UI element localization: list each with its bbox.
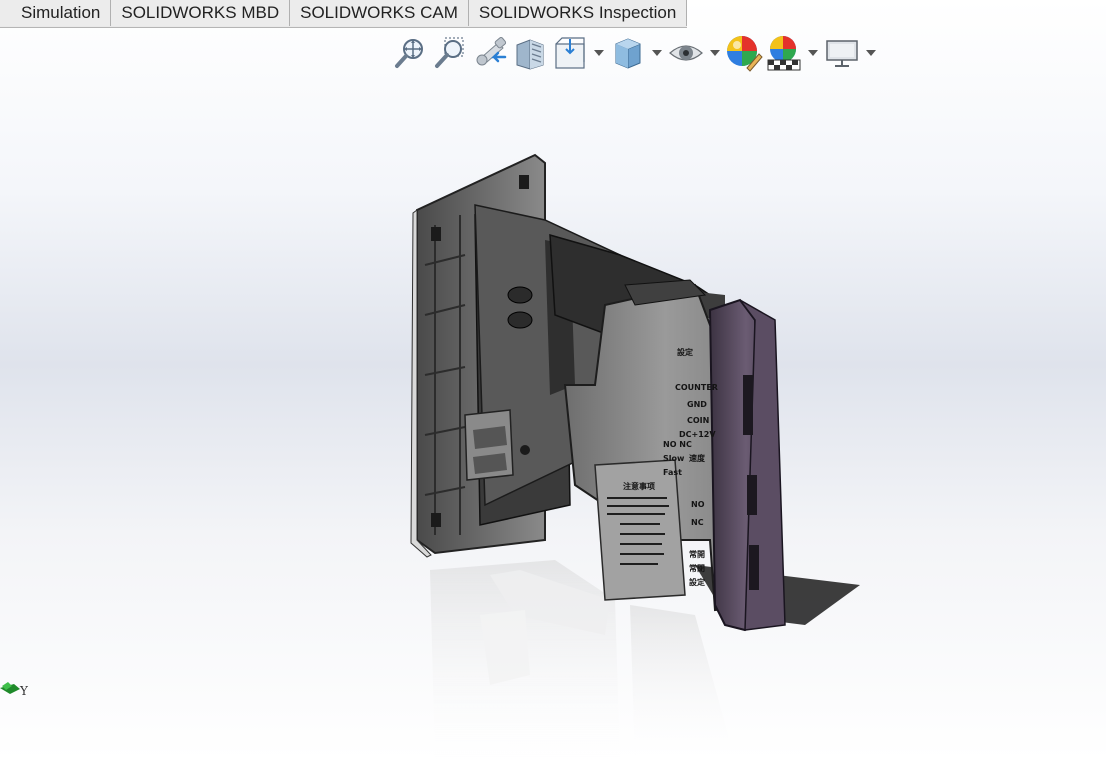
zoom-to-area-icon — [435, 37, 464, 68]
floor-reflection — [430, 560, 735, 760]
view-orientation-button[interactable] — [550, 33, 590, 73]
view-settings-button[interactable] — [822, 33, 862, 73]
model-side-label-2: 設定 — [689, 577, 705, 587]
zoom-to-fit-icon — [395, 39, 423, 68]
zoom-to-area-button[interactable] — [430, 33, 470, 73]
tab-simulation[interactable]: Simulation — [0, 0, 111, 26]
model-contact-no: NO — [691, 500, 705, 509]
heads-up-view-toolbar — [390, 33, 880, 73]
chevron-down-icon — [594, 50, 604, 56]
hide-show-items-button[interactable] — [666, 33, 706, 73]
view-orientation-icon — [555, 37, 585, 69]
edit-appearance-button[interactable] — [724, 33, 764, 73]
apply-scene-button[interactable] — [764, 33, 804, 73]
model-side-label-0: 常開 — [689, 549, 705, 559]
model-switch-label-1: Slow — [663, 454, 685, 463]
section-view-icon — [516, 39, 544, 70]
tab-solidworks-cam[interactable]: SOLIDWORKS CAM — [289, 0, 468, 26]
command-manager-tabs: Simulation SOLIDWORKS MBD SOLIDWORKS CAM… — [0, 0, 688, 28]
tab-solidworks-mbd[interactable]: SOLIDWORKS MBD — [110, 0, 290, 26]
edit-appearance-icon — [727, 36, 763, 72]
chevron-down-icon — [808, 50, 818, 56]
previous-view-button[interactable] — [470, 33, 510, 73]
view-orientation-dropdown[interactable] — [590, 33, 608, 73]
model-panel-title: 注意事项 — [623, 481, 655, 491]
model-contact-coin: COIN — [687, 416, 709, 425]
chevron-down-icon — [710, 50, 720, 56]
tab-solidworks-inspection[interactable]: SOLIDWORKS Inspection — [467, 0, 688, 26]
previous-view-icon — [476, 37, 507, 66]
model-side-label-1: 常閉 — [689, 563, 705, 573]
model-switch-label-3: 速度 — [689, 453, 706, 463]
model-switch-label-2: Fast — [663, 468, 682, 477]
apply-scene-dropdown[interactable] — [804, 33, 822, 73]
3d-model[interactable]: 設定 COUNTER GND COIN DC+12V NO NC NO NC S… — [395, 145, 875, 760]
display-style-button[interactable] — [608, 33, 648, 73]
triad-axis-label: Y — [20, 684, 28, 698]
model-switch-label-0: NO NC — [663, 440, 692, 449]
model-contact-gnd: GND — [687, 400, 707, 409]
zoom-to-fit-button[interactable] — [390, 33, 430, 73]
apply-scene-icon — [767, 36, 801, 71]
model-contact-counter: COUNTER — [675, 383, 718, 392]
display-style-dropdown[interactable] — [648, 33, 666, 73]
graphics-area[interactable]: Simulation SOLIDWORKS MBD SOLIDWORKS CAM… — [0, 0, 1106, 760]
model-contact-dc12v: DC+12V — [679, 430, 716, 439]
chevron-down-icon — [652, 50, 662, 56]
hide-show-items-icon — [669, 45, 703, 61]
model-label-setting: 設定 — [677, 347, 693, 357]
view-settings-dropdown[interactable] — [862, 33, 880, 73]
view-settings-icon — [826, 40, 858, 67]
display-style-icon — [615, 38, 641, 69]
model-contact-nc: NC — [691, 518, 704, 527]
hide-show-items-dropdown[interactable] — [706, 33, 724, 73]
section-view-button[interactable] — [510, 33, 550, 73]
chevron-down-icon — [866, 50, 876, 56]
